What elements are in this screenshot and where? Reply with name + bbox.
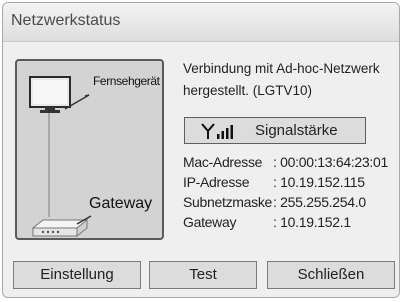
- subnet-mask-value: : 255.255.254.0: [273, 194, 366, 210]
- gateway-label: Gateway: [89, 195, 153, 212]
- network-status-dialog: Netzwerkstatus Fernsehgerät Gateway Verb…: [2, 2, 400, 298]
- dialog-title: Netzwerkstatus: [11, 12, 121, 29]
- ip-address-label: IP-Adresse: [183, 174, 250, 190]
- test-button[interactable]: Test: [149, 261, 257, 289]
- mac-address-value: : 00:00:13:64:23:01: [273, 154, 388, 170]
- mac-address-label: Mac-Adresse: [183, 154, 263, 170]
- subnet-mask-label: Subnetzmaske: [183, 194, 273, 210]
- signal-strength-icon: [201, 123, 235, 144]
- router-icon: [31, 214, 93, 243]
- signal-strength-label: Signalstärke: [255, 122, 338, 139]
- connection-status-text: Verbindung mit Ad-hoc-Netzwerk hergestel…: [183, 61, 380, 98]
- gateway-address-value: : 10.19.152.1: [273, 214, 351, 230]
- network-info: Mac-Adresse : 00:00:13:64:23:01 IP-Adres…: [183, 154, 399, 234]
- title-bar: Netzwerkstatus: [3, 3, 399, 42]
- info-row-ip: IP-Adresse : 10.19.152.115: [183, 174, 399, 194]
- info-row-gateway: Gateway : 10.19.152.1: [183, 214, 399, 234]
- button-bar: Einstellung Test Schließen: [3, 261, 399, 291]
- gateway-address-label: Gateway: [183, 214, 237, 230]
- network-diagram: Fernsehgerät Gateway: [15, 59, 164, 240]
- settings-button[interactable]: Einstellung: [13, 261, 141, 289]
- tv-label: Fernsehgerät: [93, 74, 160, 88]
- signal-strength-button[interactable]: Signalstärke: [184, 117, 366, 144]
- tv-icon: [29, 75, 91, 124]
- info-row-mac: Mac-Adresse : 00:00:13:64:23:01: [183, 154, 399, 174]
- connection-line: [48, 113, 50, 217]
- close-button[interactable]: Schließen: [267, 261, 395, 289]
- ip-address-value: : 10.19.152.115: [273, 174, 365, 190]
- info-row-subnet: Subnetzmaske : 255.255.254.0: [183, 194, 399, 214]
